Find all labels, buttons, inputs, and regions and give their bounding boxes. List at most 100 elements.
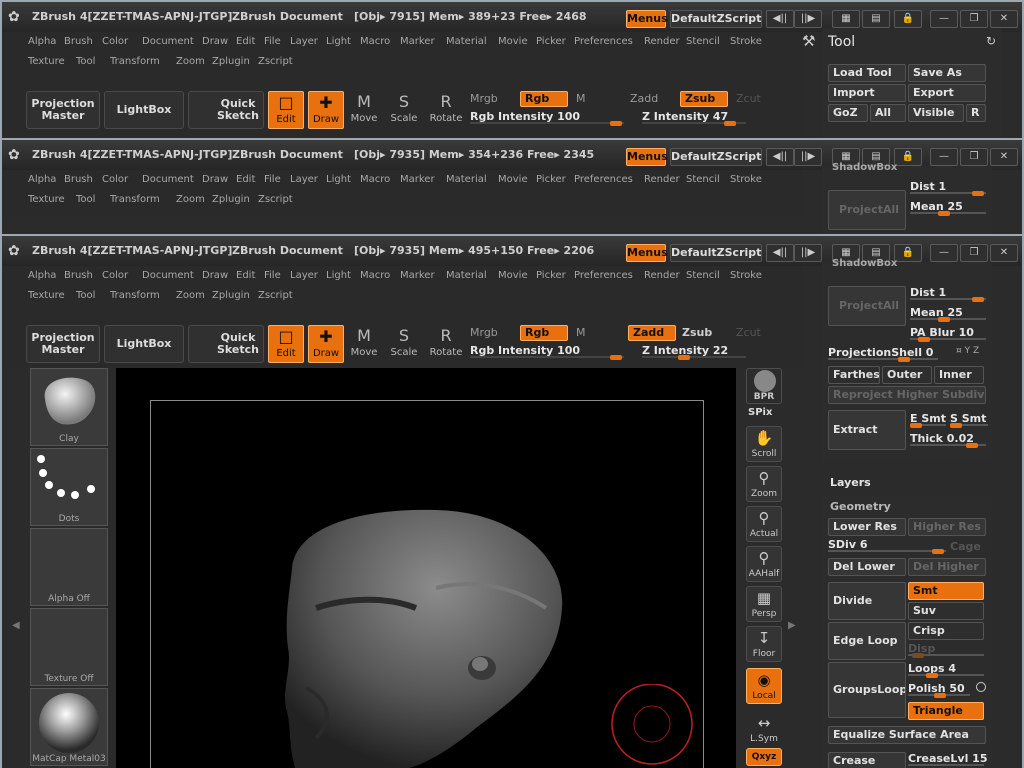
restore-icon[interactable]: ❐ (960, 10, 988, 28)
extract-button[interactable]: Extract (828, 410, 906, 450)
menu-document[interactable]: Document (142, 36, 194, 47)
mean-slider[interactable]: Mean 25 (910, 306, 986, 322)
lightbox-button[interactable]: LightBox (104, 325, 184, 363)
dist-knob[interactable] (972, 191, 984, 196)
suv-toggle[interactable]: Suv (908, 602, 984, 620)
zcut-button[interactable]: Zcut (736, 326, 761, 339)
lsym-button[interactable]: ↔ L.Sym (746, 712, 782, 748)
rotate-button[interactable]: R Rotate (428, 91, 464, 129)
rgb-intensity-knob[interactable] (610, 355, 622, 360)
menu-alpha[interactable]: Alpha (28, 174, 56, 185)
s-smt-knob[interactable] (950, 423, 962, 428)
zcut-button[interactable]: Zcut (736, 92, 761, 105)
sdiv-knob[interactable] (932, 549, 944, 554)
dist-knob[interactable] (972, 297, 984, 302)
persp-button[interactable]: ▦ Persp (746, 586, 782, 622)
menu-brush[interactable]: Brush (64, 270, 93, 281)
menu-brush[interactable]: Brush (64, 174, 93, 185)
close-icon[interactable]: ✕ (990, 244, 1018, 262)
shadowbox-label[interactable]: ShadowBox (832, 258, 897, 269)
draw-button[interactable]: ✚ Draw (308, 91, 344, 129)
projection-master-button[interactable]: Projection Master (26, 325, 100, 363)
menu-movie[interactable]: Movie (498, 174, 528, 185)
restore-icon[interactable]: ❐ (960, 244, 988, 262)
s-smt-slider[interactable]: S Smt (950, 412, 988, 428)
menu-marker[interactable]: Marker (400, 270, 435, 281)
export-button[interactable]: Export (908, 84, 986, 102)
default-zscript-button[interactable]: DefaultZScript (670, 244, 762, 262)
layout-alt-icon[interactable]: ▤ (862, 10, 890, 28)
zsub-button[interactable]: Zsub (680, 91, 728, 107)
rgb-intensity-knob[interactable] (610, 121, 622, 126)
dist-slider[interactable]: Dist 1 (910, 180, 986, 196)
menu-document[interactable]: Document (142, 270, 194, 281)
lightbox-button[interactable]: LightBox (104, 91, 184, 129)
menu-edit[interactable]: Edit (236, 270, 255, 281)
menu-transform[interactable]: Transform (110, 56, 160, 67)
document-canvas[interactable] (116, 368, 736, 768)
load-tool-button[interactable]: Load Tool (828, 64, 906, 82)
menu-light[interactable]: Light (326, 174, 351, 185)
brush-thumbnail[interactable]: Clay (30, 368, 108, 446)
menu-document[interactable]: Document (142, 174, 194, 185)
menu-file[interactable]: File (264, 270, 281, 281)
mean-slider[interactable]: Mean 25 (910, 200, 986, 216)
menu-layer[interactable]: Layer (290, 36, 318, 47)
edge-loop-button[interactable]: Edge Loop (828, 622, 906, 660)
menu-texture[interactable]: Texture (28, 194, 65, 205)
menu-texture[interactable]: Texture (28, 290, 65, 301)
stroke-thumbnail[interactable]: Dots (30, 448, 108, 526)
visible-button[interactable]: Visible (908, 104, 964, 122)
z-intensity-knob[interactable] (724, 121, 736, 126)
menu-stencil[interactable]: Stencil (686, 270, 720, 281)
right-tray-arrow-icon[interactable]: ▶ (788, 620, 796, 631)
menu-zplugin[interactable]: Zplugin (212, 194, 250, 205)
quick-sketch-button[interactable]: Quick Sketch (188, 325, 264, 363)
m-button[interactable]: M (576, 92, 586, 105)
menu-preferences[interactable]: Preferences (574, 36, 633, 47)
project-all-button[interactable]: ProjectAll (828, 190, 906, 230)
thick-knob[interactable] (966, 443, 978, 448)
del-lower-button[interactable]: Del Lower (828, 558, 906, 576)
crease-level-slider[interactable]: CreaseLvl 15 (908, 752, 987, 766)
menu-marker[interactable]: Marker (400, 36, 435, 47)
import-button[interactable]: Import (828, 84, 906, 102)
menu-zplugin[interactable]: Zplugin (212, 290, 250, 301)
menu-light[interactable]: Light (326, 270, 351, 281)
goz-button[interactable]: GoZ (828, 104, 868, 122)
del-higher-button[interactable]: Del Higher (908, 558, 986, 576)
scroll-left-icon[interactable]: ◀|| (766, 148, 794, 166)
projection-shell-knob[interactable] (898, 357, 910, 362)
menus-button[interactable]: Menus (626, 10, 668, 28)
edit-button[interactable]: □ Edit (268, 325, 304, 363)
polish-knob[interactable] (934, 693, 946, 698)
floor-button[interactable]: ↧ Floor (746, 626, 782, 662)
lock-icon[interactable]: 🔒 (894, 244, 922, 262)
menu-preferences[interactable]: Preferences (574, 174, 633, 185)
divide-button[interactable]: Divide (828, 582, 906, 620)
menu-zscript[interactable]: Zscript (258, 194, 293, 205)
geometry-header[interactable]: Geometry (830, 500, 891, 513)
menu-stroke[interactable]: Stroke (730, 270, 762, 281)
m-button[interactable]: M (576, 326, 586, 339)
scale-button[interactable]: S Scale (386, 91, 422, 129)
rgb-intensity-slider[interactable]: Rgb Intensity 100 (470, 344, 624, 360)
menu-tool[interactable]: Tool (76, 290, 95, 301)
menu-macro[interactable]: Macro (360, 270, 390, 281)
z-intensity-knob[interactable] (678, 355, 690, 360)
mean-knob[interactable] (938, 317, 950, 322)
scroll-left-icon[interactable]: ◀|| (766, 244, 794, 262)
local-button[interactable]: ◉ Local (746, 668, 782, 704)
loops-slider[interactable]: Loops 4 (908, 662, 984, 678)
quick-sketch-button[interactable]: Quick Sketch (188, 91, 264, 129)
menu-stroke[interactable]: Stroke (730, 174, 762, 185)
disp-knob[interactable] (912, 653, 924, 658)
minimize-icon[interactable]: — (930, 148, 958, 166)
r-button[interactable]: R (966, 104, 986, 122)
projection-axis-toggle[interactable]: ¤ Y Z (956, 346, 979, 356)
close-icon[interactable]: ✕ (990, 148, 1018, 166)
menu-zscript[interactable]: Zscript (258, 290, 293, 301)
scroll-button[interactable]: ✋ Scroll (746, 426, 782, 462)
bpr-button[interactable]: BPR (746, 368, 782, 404)
draw-button[interactable]: ✚ Draw (308, 325, 344, 363)
